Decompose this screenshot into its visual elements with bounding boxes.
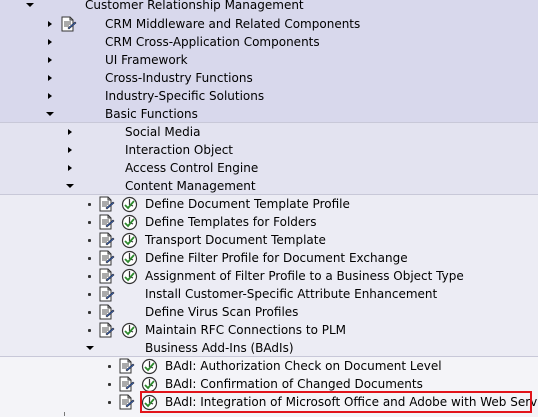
- highlight-box: [140, 391, 532, 413]
- document-icon[interactable]: [97, 322, 115, 338]
- collapsed-arrow-icon[interactable]: [45, 18, 55, 30]
- node-label: Social Media: [125, 125, 201, 139]
- document-icon[interactable]: [97, 196, 115, 212]
- leaf-bullet: [108, 383, 111, 386]
- tree-node-social-media[interactable]: Social Media: [0, 123, 538, 141]
- document-icon[interactable]: [97, 268, 115, 284]
- node-label: Content Management: [125, 179, 256, 193]
- execute-clock-icon[interactable]: [121, 250, 138, 267]
- node-label: CRM Middleware and Related Components: [105, 17, 361, 31]
- collapsed-arrow-icon[interactable]: [45, 72, 55, 84]
- document-icon[interactable]: [59, 16, 77, 32]
- tree-node-interaction-object[interactable]: Interaction Object: [0, 141, 538, 159]
- collapsed-arrow-icon[interactable]: [65, 144, 75, 156]
- tree-leaf-install-customer-specific-attribute[interactable]: Install Customer-Specific Attribute Enha…: [0, 285, 538, 303]
- tree-leaf-define-templates-for-folders[interactable]: Define Templates for Folders: [0, 213, 538, 231]
- tree-node-crm-middleware[interactable]: CRM Middleware and Related Components: [0, 15, 538, 33]
- node-label: BAdI: Confirmation of Changed Documents: [165, 377, 423, 391]
- execute-clock-icon[interactable]: [121, 268, 138, 285]
- collapsed-arrow-icon[interactable]: [45, 36, 55, 48]
- tree-leaf-assignment-of-filter-profile[interactable]: Assignment of Filter Profile to a Busine…: [0, 267, 538, 285]
- tree-node-customer-relationship-management[interactable]: Customer Relationship Management: [0, 0, 538, 14]
- node-label: Cross-Industry Functions: [105, 71, 253, 85]
- node-label: Define Templates for Folders: [145, 215, 317, 229]
- tree-node-crm-cross-application[interactable]: CRM Cross-Application Components: [0, 33, 538, 51]
- leaf-bullet: [88, 311, 91, 314]
- document-icon[interactable]: [97, 304, 115, 320]
- node-label: UI Framework: [105, 53, 188, 67]
- document-icon[interactable]: [97, 232, 115, 248]
- execute-clock-icon[interactable]: [141, 358, 158, 375]
- node-label: Assignment of Filter Profile to a Busine…: [145, 269, 464, 283]
- tree-node-access-control-engine[interactable]: Access Control Engine: [0, 159, 538, 177]
- document-icon[interactable]: [97, 286, 115, 302]
- tree-node-ui-framework[interactable]: UI Framework: [0, 51, 538, 69]
- tree-leaf-transport-document-template[interactable]: Transport Document Template: [0, 231, 538, 249]
- tree-leaf-badi-authorization-check[interactable]: BAdI: Authorization Check on Document Le…: [0, 357, 538, 375]
- expanded-arrow-icon[interactable]: [25, 0, 35, 11]
- leaf-bullet: [88, 203, 91, 206]
- tree-leaf-define-document-template-profile[interactable]: Define Document Template Profile: [0, 195, 538, 213]
- tree-node-cross-industry[interactable]: Cross-Industry Functions: [0, 69, 538, 87]
- document-icon[interactable]: [97, 214, 115, 230]
- node-label: CRM Cross-Application Components: [105, 35, 320, 49]
- leaf-bullet: [88, 239, 91, 242]
- leaf-bullet: [88, 221, 91, 224]
- collapsed-arrow-icon[interactable]: [45, 90, 55, 102]
- leaf-bullet: [108, 401, 111, 404]
- node-label: Customer Relationship Management: [85, 0, 304, 12]
- node-label: Interaction Object: [125, 143, 233, 157]
- tree-node-business-add-ins[interactable]: Business Add-Ins (BAdIs): [0, 339, 538, 357]
- tree-line-fragment: [64, 412, 65, 416]
- node-label: Business Add-Ins (BAdIs): [145, 341, 294, 355]
- node-label: Maintain RFC Connections to PLM: [145, 323, 346, 337]
- node-label: Install Customer-Specific Attribute Enha…: [145, 287, 438, 301]
- expanded-arrow-icon[interactable]: [85, 342, 95, 354]
- node-label: Transport Document Template: [145, 233, 326, 247]
- execute-clock-icon[interactable]: [121, 196, 138, 213]
- leaf-bullet: [88, 329, 91, 332]
- document-icon[interactable]: [117, 394, 135, 410]
- collapsed-arrow-icon[interactable]: [45, 54, 55, 66]
- node-label: Define Filter Profile for Document Excha…: [145, 251, 408, 265]
- node-label: Access Control Engine: [125, 161, 259, 175]
- expanded-arrow-icon[interactable]: [65, 180, 75, 192]
- execute-clock-icon[interactable]: [121, 322, 138, 339]
- collapsed-arrow-icon[interactable]: [65, 162, 75, 174]
- node-label: Industry-Specific Solutions: [105, 89, 265, 103]
- node-label: Define Document Template Profile: [145, 197, 350, 211]
- tree-node-basic-functions[interactable]: Basic Functions: [0, 105, 538, 123]
- tree-leaf-define-virus-scan-profiles[interactable]: Define Virus Scan Profiles: [0, 303, 538, 321]
- execute-clock-icon[interactable]: [121, 232, 138, 249]
- leaf-bullet: [88, 275, 91, 278]
- node-label: BAdI: Authorization Check on Document Le…: [165, 359, 442, 373]
- tree-node-industry-specific[interactable]: Industry-Specific Solutions: [0, 87, 538, 105]
- leaf-bullet: [108, 365, 111, 368]
- node-label: Define Virus Scan Profiles: [145, 305, 299, 319]
- document-icon[interactable]: [117, 358, 135, 374]
- document-icon[interactable]: [97, 250, 115, 266]
- collapsed-arrow-icon[interactable]: [65, 126, 75, 138]
- tree-node-content-management[interactable]: Content Management: [0, 177, 538, 195]
- leaf-bullet: [88, 257, 91, 260]
- tree-leaf-maintain-rfc-connections[interactable]: Maintain RFC Connections to PLM: [0, 321, 538, 339]
- tree-leaf-define-filter-profile[interactable]: Define Filter Profile for Document Excha…: [0, 249, 538, 267]
- document-icon[interactable]: [117, 376, 135, 392]
- node-label: Basic Functions: [105, 107, 198, 121]
- execute-clock-icon[interactable]: [121, 214, 138, 231]
- expanded-arrow-icon[interactable]: [45, 108, 55, 120]
- leaf-bullet: [88, 293, 91, 296]
